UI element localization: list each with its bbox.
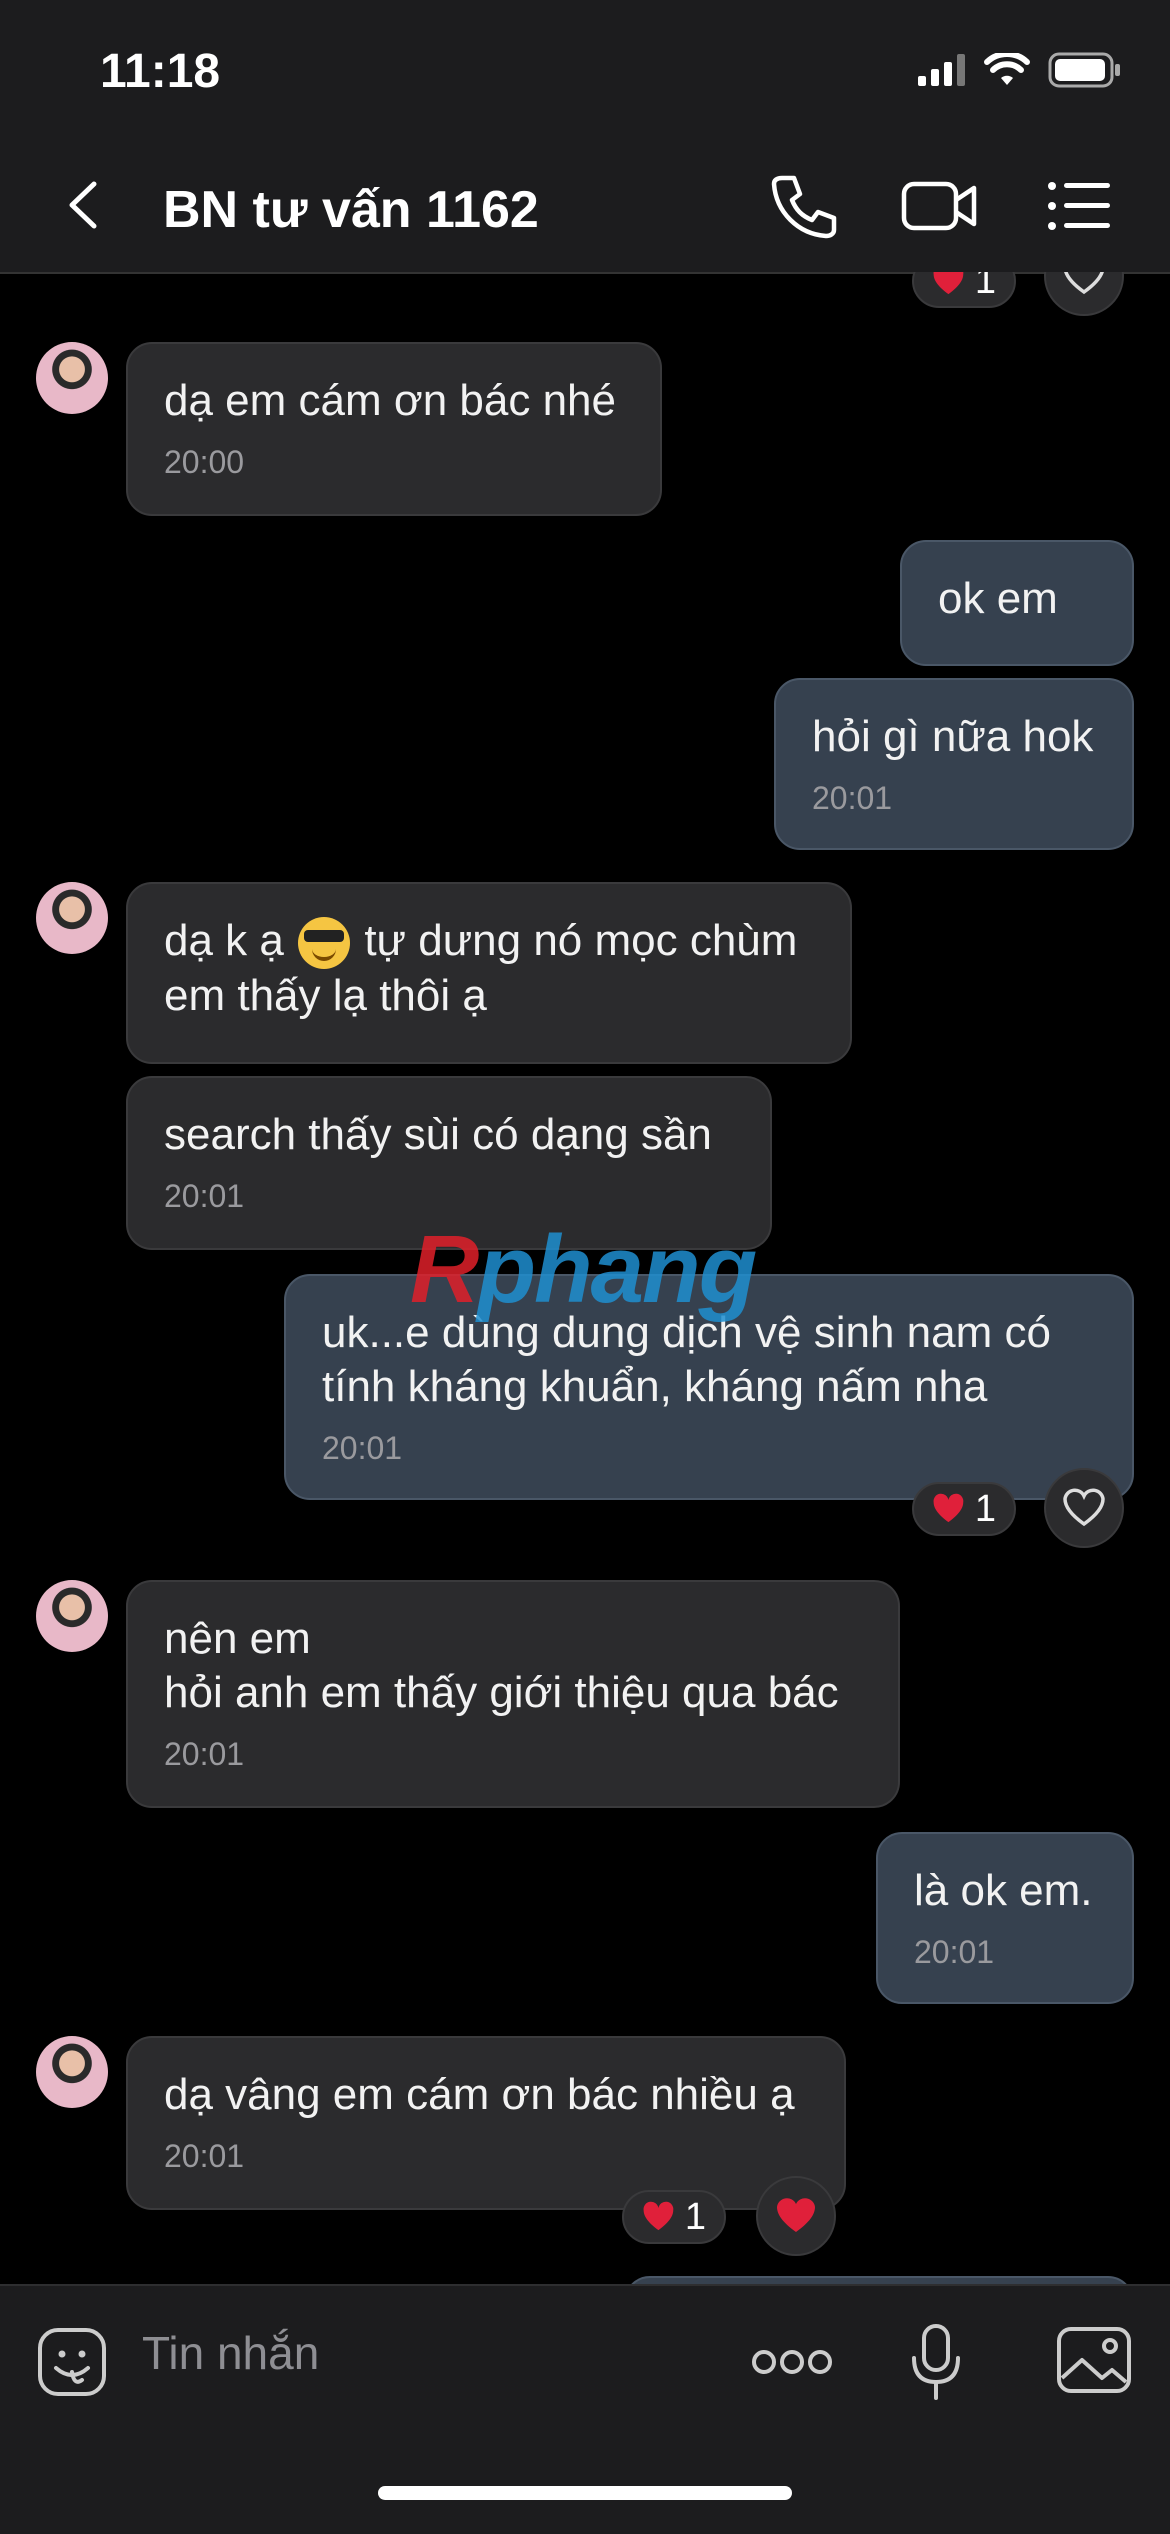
message-text-part: dạ k ạ bbox=[164, 916, 297, 965]
heart-outline-icon bbox=[1064, 272, 1104, 295]
message-text: hỏi gì nữa hok bbox=[812, 712, 1094, 761]
message-bubble[interactable] bbox=[624, 2276, 1134, 2284]
battery-icon bbox=[1048, 52, 1120, 88]
status-icons bbox=[918, 52, 1122, 88]
heart-icon bbox=[933, 272, 964, 295]
message-time: 20:01 bbox=[914, 1934, 995, 1970]
message-input[interactable]: Tin nhắn bbox=[142, 2326, 319, 2380]
back-icon[interactable] bbox=[60, 180, 110, 230]
avatar[interactable] bbox=[36, 342, 108, 414]
heart-outline-icon bbox=[1063, 1488, 1105, 1527]
phone-call-icon[interactable] bbox=[768, 172, 840, 240]
message-time: 20:00 bbox=[164, 444, 245, 480]
microphone-icon[interactable] bbox=[908, 2322, 964, 2402]
video-call-icon[interactable] bbox=[900, 172, 980, 240]
menu-list-icon[interactable] bbox=[1046, 172, 1112, 240]
message-text: dạ em cám ơn bác nhé bbox=[164, 376, 616, 425]
chat-header: BN tư vấn 1162 bbox=[0, 140, 1170, 274]
reaction-count: 1 bbox=[684, 2195, 706, 2238]
image-gallery-icon[interactable] bbox=[1056, 2326, 1132, 2394]
home-indicator bbox=[378, 2486, 792, 2500]
sticker-emoji-icon[interactable] bbox=[36, 2326, 108, 2398]
add-reaction-button[interactable] bbox=[1044, 1468, 1124, 1548]
message-time: 20:01 bbox=[164, 2138, 245, 2174]
more-options-icon[interactable] bbox=[750, 2346, 834, 2378]
message-time: 20:01 bbox=[812, 780, 893, 816]
message-text: dạ k ạ tự dưng nó mọc chùm em thấy lạ th… bbox=[164, 914, 814, 1023]
reaction-count: 1 bbox=[974, 272, 996, 302]
message-bubble[interactable]: ok em bbox=[900, 540, 1134, 666]
reaction-pill[interactable]: 1 bbox=[912, 1482, 1016, 1536]
sunglasses-emoji-icon bbox=[298, 917, 351, 970]
message-bubble[interactable]: dạ k ạ tự dưng nó mọc chùm em thấy lạ th… bbox=[126, 882, 852, 1064]
reaction-pill[interactable]: 1 bbox=[912, 272, 1016, 308]
status-bar: 11:18 bbox=[0, 0, 1170, 140]
status-time: 11:18 bbox=[100, 45, 221, 98]
signal-icon bbox=[918, 54, 965, 86]
message-bubble[interactable]: hỏi gì nữa hok 20:01 bbox=[774, 678, 1134, 850]
add-reaction-button[interactable] bbox=[1044, 272, 1124, 316]
reaction-pill[interactable]: 1 bbox=[622, 2190, 726, 2244]
message-bubble[interactable]: dạ em cám ơn bác nhé 20:00 bbox=[126, 342, 662, 516]
wifi-icon bbox=[984, 53, 1030, 85]
avatar[interactable] bbox=[36, 2036, 108, 2108]
watermark-part: phang bbox=[477, 1216, 757, 1323]
message-text: ok em bbox=[938, 574, 1058, 623]
message-text: search thấy sùi có dạng sần bbox=[164, 1110, 712, 1159]
message-time: 20:01 bbox=[164, 1178, 245, 1214]
message-time: 20:01 bbox=[322, 1430, 403, 1466]
message-text: nên em hỏi anh em thấy giới thiệu qua bá… bbox=[164, 1614, 839, 1717]
watermark-logo: Rphang bbox=[410, 1215, 757, 1325]
conversation-title: BN tư vấn 1162 bbox=[163, 181, 539, 239]
watermark-part: R bbox=[410, 1216, 479, 1323]
message-bubble[interactable]: dạ vâng em cám ơn bác nhiều ạ 20:01 bbox=[126, 2036, 846, 2210]
message-text: dạ vâng em cám ơn bác nhiều ạ bbox=[164, 2070, 795, 2119]
avatar[interactable] bbox=[36, 882, 108, 954]
avatar[interactable] bbox=[36, 1580, 108, 1652]
reaction-count: 1 bbox=[974, 1487, 996, 1530]
heart-icon bbox=[933, 1493, 964, 1523]
heart-icon bbox=[777, 2198, 815, 2232]
message-text: là ok em. bbox=[914, 1866, 1093, 1915]
add-reaction-button[interactable] bbox=[756, 2176, 836, 2256]
heart-icon bbox=[643, 2201, 674, 2231]
message-bubble[interactable]: là ok em. 20:01 bbox=[876, 1832, 1134, 2004]
message-bubble[interactable]: nên em hỏi anh em thấy giới thiệu qua bá… bbox=[126, 1580, 900, 1808]
message-time: 20:01 bbox=[164, 1736, 245, 1772]
